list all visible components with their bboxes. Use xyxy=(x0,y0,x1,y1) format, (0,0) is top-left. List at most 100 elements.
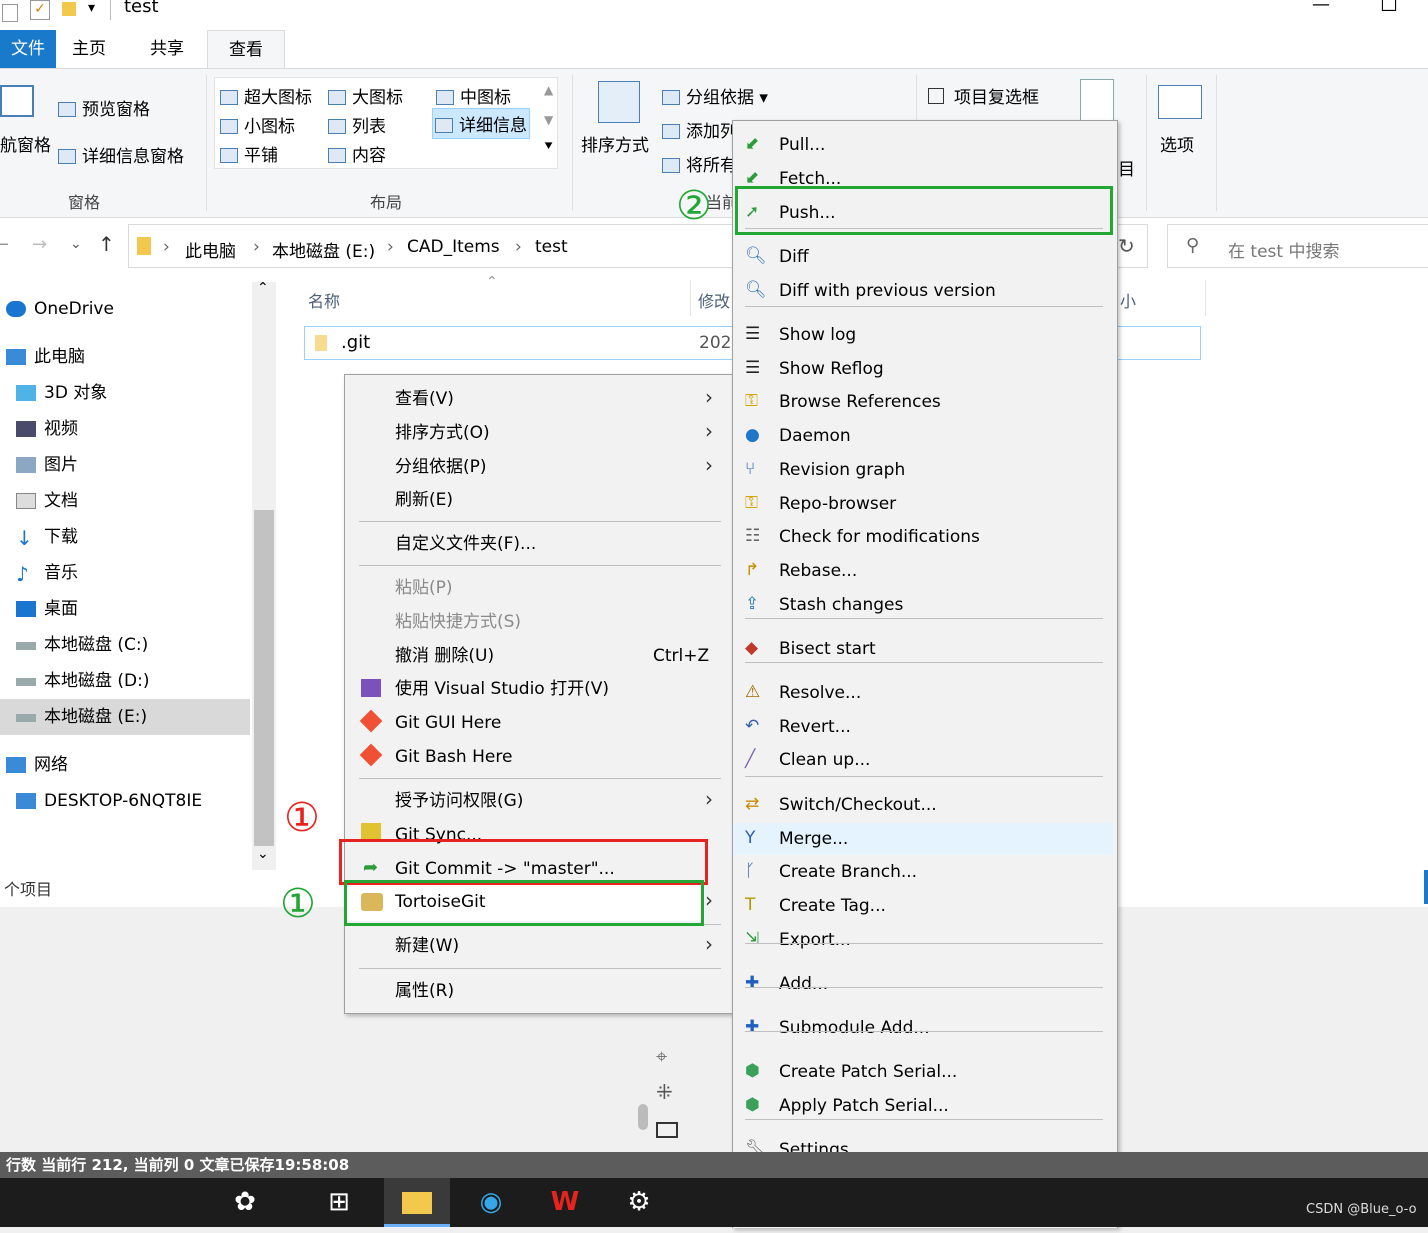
properties-icon[interactable]: ✓ xyxy=(30,0,50,20)
tortoise-item-revision-graph[interactable]: ⑂ Revision graph xyxy=(733,454,1113,486)
tortoise-item-create-tag[interactable]: T Create Tag... xyxy=(733,890,1113,922)
tortoise-item-switch-checkout[interactable]: ⇄ Switch/Checkout... xyxy=(733,789,1113,821)
nav-item-music[interactable]: ♪ 音乐 xyxy=(16,555,78,591)
item-checkboxes-toggle[interactable]: 项目复选框 xyxy=(928,83,1039,108)
tortoise-item-resolve[interactable]: ⚠ Resolve... xyxy=(733,677,1113,709)
tortoise-item-apply-patch-serial[interactable]: ⬢ Apply Patch Serial... xyxy=(733,1090,1113,1122)
layout-list[interactable]: 列表 xyxy=(328,112,386,137)
column-divider[interactable] xyxy=(690,280,691,316)
layout-tiles[interactable]: 平铺 xyxy=(220,141,278,166)
up-arrow-icon[interactable]: ↑ xyxy=(98,232,115,256)
menu-item-customize-folder[interactable]: 自定义文件夹(F)... xyxy=(395,528,536,560)
search-input[interactable]: ⚲ 在 test 中搜索 xyxy=(1167,224,1428,268)
tortoise-item-clean-up[interactable]: ╱ Clean up... xyxy=(733,744,1113,776)
file-explorer-taskbar-icon[interactable] xyxy=(384,1178,450,1227)
layout-extra-large-icons[interactable]: 超大图标 xyxy=(220,83,312,108)
menu-item-view[interactable]: 查看(V) xyxy=(395,383,454,415)
menu-item-open-visual-studio[interactable]: 使用 Visual Studio 打开(V) xyxy=(395,673,609,705)
edge-icon[interactable]: ◉ xyxy=(458,1178,524,1227)
sort-by-button[interactable]: 排序方式 xyxy=(581,131,649,156)
screen-icon[interactable] xyxy=(656,1122,678,1138)
tortoise-item-show-reflog[interactable]: ☰ Show Reflog xyxy=(733,353,1113,385)
tortoise-item-repo-browser[interactable]: ⚿ Repo-browser xyxy=(733,488,1113,520)
breadcrumb-test[interactable]: test xyxy=(535,237,568,257)
tortoise-item-revert[interactable]: ↶ Revert... xyxy=(733,711,1113,743)
layout-small-icons[interactable]: 小图标 xyxy=(220,112,295,137)
tab-file[interactable]: 文件 xyxy=(0,30,56,68)
breadcrumb-this-pc[interactable]: 此电脑 xyxy=(185,237,236,262)
tortoise-item-add[interactable]: ✚ Add... xyxy=(733,968,1113,1000)
menu-item-new[interactable]: 新建(W) xyxy=(395,930,459,962)
nav-item-pictures[interactable]: 图片 xyxy=(16,447,78,483)
editor-scrollbar[interactable] xyxy=(638,1104,648,1130)
minimize-button[interactable]: — xyxy=(1312,0,1330,15)
nav-item-this-pc[interactable]: 此电脑 xyxy=(6,339,85,375)
tortoise-item-browse-references[interactable]: ⚿ Browse References xyxy=(733,386,1113,418)
nav-item-desktop-pc[interactable]: DESKTOP-6NQT8IE xyxy=(16,783,202,819)
nav-pane-button[interactable]: 航窗格 xyxy=(0,131,51,156)
layout-large-icons[interactable]: 大图标 xyxy=(328,83,403,108)
nav-item-drive-d[interactable]: 本地磁盘 (D:) xyxy=(16,663,150,699)
nav-item-documents[interactable]: 文档 xyxy=(16,483,78,519)
folder-icon[interactable] xyxy=(62,2,76,16)
tortoise-item-diff-with-previous-version[interactable]: 🔍︎ Diff with previous version xyxy=(733,275,1113,307)
grid-icon[interactable]: ⁜ xyxy=(656,1080,673,1104)
tortoise-item-create-patch-serial[interactable]: ⬢ Create Patch Serial... xyxy=(733,1056,1113,1088)
details-pane-button[interactable]: 详细信息窗格 xyxy=(58,142,184,167)
menu-item-paste-shortcut[interactable]: 粘贴快捷方式(S) xyxy=(395,606,521,638)
tortoise-item-check-for-modifications[interactable]: ☷ Check for modifications xyxy=(733,521,1113,553)
view-toggle[interactable] xyxy=(1424,870,1428,904)
nav-item-drive-c[interactable]: 本地磁盘 (C:) xyxy=(16,627,148,663)
column-header-name[interactable]: 名称 xyxy=(308,288,340,312)
gallery-scroll-down-icon[interactable]: ▼ xyxy=(544,113,553,127)
nav-item-downloads[interactable]: ↓ 下载 xyxy=(16,519,78,555)
refresh-icon[interactable]: ↻ xyxy=(1118,234,1135,258)
nav-item-3d-objects[interactable]: 3D 对象 xyxy=(16,375,107,411)
customize-toolbar-icon[interactable]: ▾ xyxy=(88,0,95,16)
tab-home[interactable]: 主页 xyxy=(72,30,106,68)
scroll-up-icon[interactable]: ⌃ xyxy=(257,280,269,296)
gallery-scroll-up-icon[interactable]: ▲ xyxy=(544,83,553,97)
settings-gear-icon[interactable]: ⚙ xyxy=(606,1178,672,1227)
scroll-down-icon[interactable]: ⌄ xyxy=(257,846,269,862)
tab-view[interactable]: 查看 xyxy=(207,30,285,69)
sort-by-icon[interactable] xyxy=(598,81,640,123)
quick-access-icon[interactable] xyxy=(2,4,18,22)
layout-medium-icons[interactable]: 中图标 xyxy=(436,83,511,108)
options-icon[interactable] xyxy=(1158,85,1202,119)
group-by-button[interactable]: 分组依据 ▾ xyxy=(662,83,768,108)
tortoise-item-daemon[interactable]: ● Daemon xyxy=(733,420,1113,452)
menu-item-properties[interactable]: 属性(R) xyxy=(395,975,454,1007)
menu-item-refresh[interactable]: 刷新(E) xyxy=(395,484,453,516)
wps-icon[interactable]: W xyxy=(532,1178,598,1227)
tab-share[interactable]: 共享 xyxy=(150,30,184,68)
sticker-icon[interactable]: ✿ xyxy=(190,1178,300,1227)
options-button[interactable]: 选项 xyxy=(1160,131,1194,156)
forward-arrow-icon[interactable]: → xyxy=(32,234,47,255)
hide-selected-icon[interactable] xyxy=(1080,79,1114,121)
nav-item-drive-e[interactable]: 本地磁盘 (E:) xyxy=(0,699,250,735)
tortoise-item-export[interactable]: ⇲ Export... xyxy=(733,924,1113,956)
tortoise-item-submodule-add[interactable]: ✚ Submodule Add... xyxy=(733,1012,1113,1044)
column-header-modified[interactable]: 修改 xyxy=(698,288,730,312)
maximize-button[interactable]: ☐ xyxy=(1380,0,1398,16)
nav-item-desktop[interactable]: 桌面 xyxy=(16,591,78,627)
breadcrumb-drive-e[interactable]: 本地磁盘 (E:) xyxy=(272,237,375,262)
nav-pane-icon[interactable] xyxy=(0,85,34,117)
task-view-icon[interactable]: ⊞ xyxy=(306,1178,372,1227)
menu-item-undo-delete[interactable]: 撤消 删除(U) xyxy=(395,640,494,672)
menu-item-git-gui[interactable]: Git GUI Here xyxy=(395,707,501,739)
menu-item-git-bash[interactable]: Git Bash Here xyxy=(395,741,512,773)
tortoise-item-rebase[interactable]: ↱ Rebase... xyxy=(733,555,1113,587)
menu-item-paste[interactable]: 粘贴(P) xyxy=(395,572,453,604)
nav-item-network[interactable]: 网络 xyxy=(6,747,68,783)
gallery-expand-icon[interactable]: ⯆ xyxy=(543,139,554,155)
recent-locations-icon[interactable]: ⌄ xyxy=(70,236,82,252)
column-divider[interactable] xyxy=(1205,280,1206,316)
crosshair-icon[interactable]: ⌖ xyxy=(656,1044,667,1068)
tortoise-item-merge[interactable]: Y Merge... xyxy=(733,823,1113,855)
menu-item-grant-access[interactable]: 授予访问权限(G) xyxy=(395,785,523,817)
breadcrumb-cad-items[interactable]: CAD_Items xyxy=(407,237,500,257)
layout-details[interactable]: 详细信息 xyxy=(432,108,530,139)
preview-pane-button[interactable]: 预览窗格 xyxy=(58,95,150,120)
